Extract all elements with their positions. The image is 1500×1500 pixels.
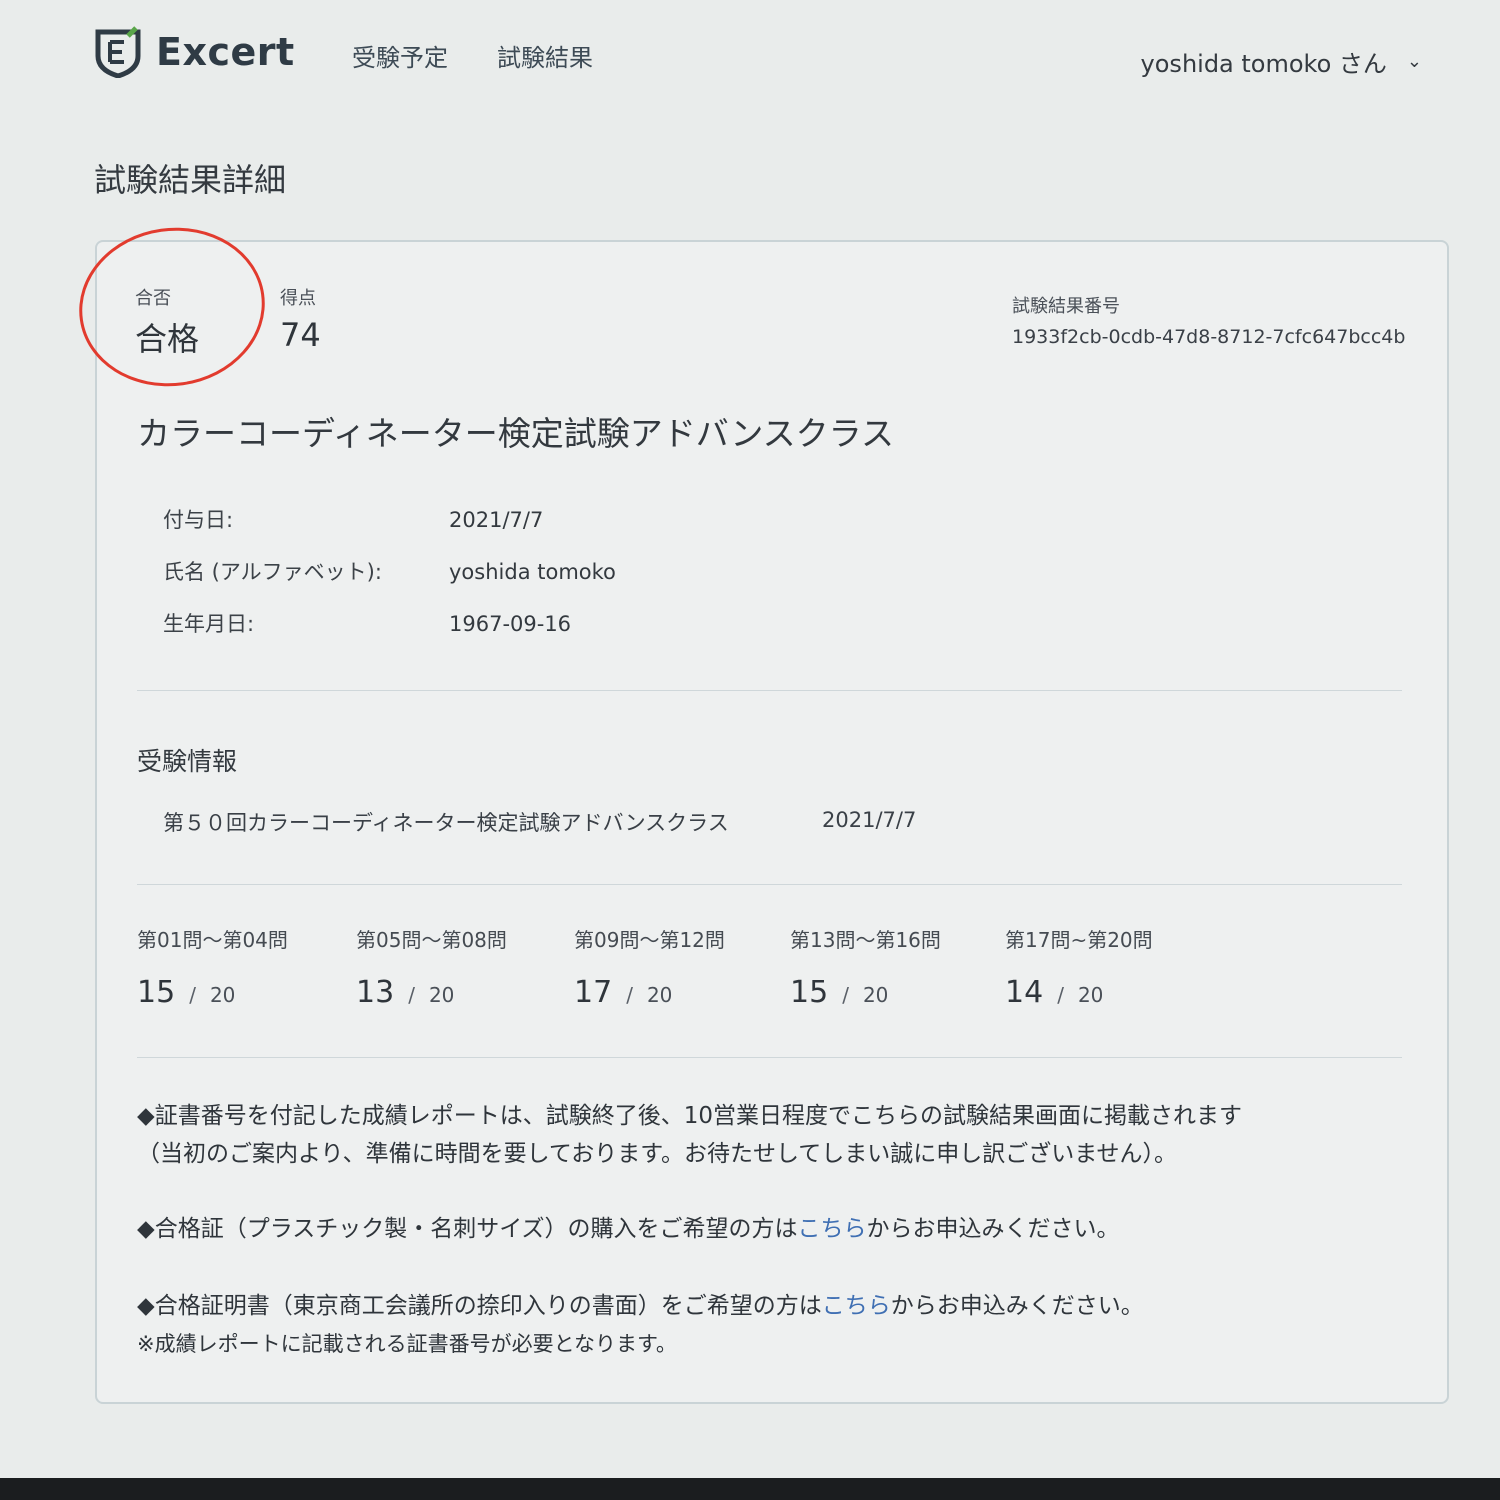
section-score: 第05問〜第08問 13/20: [356, 924, 556, 1010]
nav-upcoming-exams[interactable]: 受験予定: [352, 38, 448, 73]
section-score: 第09問〜第12問 17/20: [574, 924, 774, 1010]
section-score-value: 15: [137, 975, 176, 1010]
name-value: yoshida tomoko: [449, 560, 616, 584]
chevron-down-icon: ⌄: [1406, 51, 1422, 72]
section-score-value: 15: [790, 975, 829, 1010]
section-score-total: 20: [428, 983, 455, 1007]
section-score-total: 20: [209, 983, 236, 1007]
section-score-label: 第01問〜第04問: [137, 928, 288, 952]
divider: [137, 884, 1402, 885]
score-label: 得点: [280, 288, 316, 309]
brand-logo[interactable]: Excert: [92, 26, 295, 78]
section-score-label: 第05問〜第08問: [356, 928, 507, 952]
certificate-card-apply-link[interactable]: こちら: [798, 1216, 867, 1242]
certificate-document-notice: ◆合格証明書（東京商工会議所の捺印入りの書面）をご希望の方はこちらからお申込みく…: [137, 1293, 1144, 1356]
section-score-value: 13: [356, 975, 395, 1010]
certificate-card-notice: ◆合格証（プラスチック製・名刺サイズ）の購入をご希望の方はこちらからお申込みくだ…: [137, 1216, 1120, 1242]
screen-bezel: [0, 1478, 1500, 1500]
issue-date-value: 2021/7/7: [449, 508, 544, 532]
result-id-value: 1933f2cb-0cdb-47d8-8712-7cfc647bcc4b: [1012, 326, 1406, 348]
section-score-total: 20: [862, 983, 889, 1007]
pass-fail-value: 合格: [135, 320, 200, 358]
section-score-total: 20: [1077, 983, 1104, 1007]
exam-session-date: 2021/7/7: [822, 808, 917, 832]
divider: [137, 690, 1402, 691]
divider: [137, 1057, 1402, 1058]
excert-logo-icon: [95, 26, 141, 78]
section-score-value: 17: [574, 975, 613, 1010]
birthdate-label: 生年月日:: [163, 612, 255, 636]
section-score-value: 14: [1005, 975, 1044, 1010]
birthdate-value: 1967-09-16: [449, 612, 572, 636]
pass-fail-label: 合否: [135, 288, 171, 309]
section-score: 第13問〜第16問 15/20: [790, 924, 990, 1010]
section-score: 第01問〜第04問 15/20: [137, 924, 337, 1010]
user-menu[interactable]: yoshida tomoko さん ⌄: [1141, 44, 1422, 79]
brand-name: Excert: [156, 30, 295, 74]
nav-exam-results[interactable]: 試験結果: [497, 38, 593, 73]
report-notice: ◆証書番号を付記した成績レポートは、試験終了後、10営業日程度でこちらの試験結果…: [137, 1103, 1242, 1167]
page-title: 試験結果詳細: [94, 161, 287, 199]
certificate-document-apply-link[interactable]: こちら: [822, 1293, 891, 1319]
section-score-label: 第09問〜第12問: [574, 928, 725, 952]
handwritten-circle-annotation: [68, 215, 276, 399]
score-value: 74: [280, 316, 321, 354]
exam-session-name: 第５０回カラーコーディネーター検定試験アドバンスクラス: [163, 811, 729, 835]
exam-info-heading: 受験情報: [137, 747, 238, 776]
result-id-label: 試験結果番号: [1012, 296, 1120, 317]
section-score-label: 第17問~第20問: [1005, 928, 1153, 952]
user-name: yoshida tomoko さん: [1140, 50, 1387, 78]
name-label: 氏名 (アルファベット):: [163, 560, 382, 584]
section-score: 第17問~第20問 14/20: [1005, 924, 1205, 1010]
section-score-label: 第13問〜第16問: [790, 928, 941, 952]
exam-title: カラーコーディネーター検定試験アドバンスクラス: [137, 414, 895, 453]
result-card: 合否 合格 得点 74 試験結果番号 1933f2cb-0cdb-47d8-87…: [68, 215, 1449, 1404]
issue-date-label: 付与日:: [163, 508, 234, 532]
section-score-total: 20: [646, 983, 673, 1007]
